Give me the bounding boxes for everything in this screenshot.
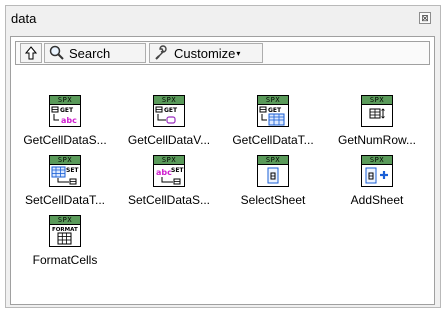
customize-label: Customize bbox=[174, 45, 236, 61]
magnifier-icon bbox=[49, 45, 65, 61]
functions-palette: data ⊠ Search Customize ▾ SPX GET abc Ge… bbox=[5, 5, 441, 308]
svg-text:GET: GET bbox=[164, 107, 178, 114]
get-cell-data-string-icon: SPX GET abc bbox=[49, 95, 81, 127]
close-icon[interactable]: ⊠ bbox=[419, 12, 431, 24]
palette-item[interactable]: SPX GET GetCellDataV... bbox=[117, 95, 221, 147]
get-cell-data-table-icon: SPX GET bbox=[257, 95, 289, 127]
svg-text:abc: abc bbox=[156, 168, 172, 177]
customize-button[interactable]: Customize ▾ bbox=[149, 43, 263, 63]
get-cell-data-variant-icon: SPX GET bbox=[153, 95, 185, 127]
palette-item[interactable]: SPX GET abc GetCellDataS... bbox=[13, 95, 117, 147]
palette-item[interactable]: SPX SelectSheet bbox=[221, 155, 325, 207]
search-button[interactable]: Search bbox=[44, 43, 146, 63]
search-label: Search bbox=[69, 45, 111, 61]
wrench-icon bbox=[154, 45, 170, 61]
palette-item[interactable]: SPX SET SetCellDataT... bbox=[13, 155, 117, 207]
palette-title: data bbox=[11, 11, 37, 26]
vi-icon-grid: SPX GET abc GetCellDataS... SPX GET GetC… bbox=[11, 69, 434, 303]
item-label: GetCellDataS... bbox=[23, 133, 107, 147]
palette-item[interactable]: SPX AddSheet bbox=[325, 155, 429, 207]
svg-text:SET: SET bbox=[171, 167, 184, 174]
palette-titlebar: data ⊠ bbox=[6, 6, 440, 32]
palette-item[interactable]: SPX GET GetCellDataT... bbox=[221, 95, 325, 147]
add-sheet-icon: SPX bbox=[361, 155, 393, 187]
item-label: GetCellDataT... bbox=[232, 133, 314, 147]
palette-toolbar: Search Customize ▾ bbox=[15, 41, 430, 65]
item-label: FormatCells bbox=[32, 253, 98, 267]
palette-item[interactable]: SPX GetNumRow... bbox=[325, 95, 429, 147]
item-label: SetCellDataS... bbox=[127, 193, 211, 207]
svg-text:FORMAT: FORMAT bbox=[52, 227, 78, 233]
palette-content: Search Customize ▾ SPX GET abc GetCellDa… bbox=[10, 36, 435, 305]
format-cells-icon: SPX FORMAT bbox=[49, 215, 81, 247]
item-label: GetNumRow... bbox=[337, 133, 417, 147]
svg-text:GET: GET bbox=[268, 107, 282, 114]
item-label: SelectSheet bbox=[240, 193, 306, 207]
item-label: GetCellDataV... bbox=[127, 133, 211, 147]
chevron-down-icon: ▾ bbox=[236, 48, 241, 58]
up-level-button[interactable] bbox=[20, 43, 42, 63]
svg-text:abc: abc bbox=[61, 116, 77, 125]
item-label: AddSheet bbox=[350, 193, 404, 207]
palette-item[interactable]: SPX abc SET SetCellDataS... bbox=[117, 155, 221, 207]
svg-text:GET: GET bbox=[60, 107, 74, 114]
palette-item[interactable]: SPX FORMAT FormatCells bbox=[13, 215, 117, 267]
get-num-rows-icon: SPX bbox=[361, 95, 393, 127]
select-sheet-icon: SPX bbox=[257, 155, 289, 187]
set-cell-data-table-icon: SPX SET bbox=[49, 155, 81, 187]
svg-text:SET: SET bbox=[66, 167, 79, 174]
item-label: SetCellDataT... bbox=[24, 193, 106, 207]
set-cell-data-string-icon: SPX abc SET bbox=[153, 155, 185, 187]
up-arrow-icon bbox=[25, 46, 37, 60]
